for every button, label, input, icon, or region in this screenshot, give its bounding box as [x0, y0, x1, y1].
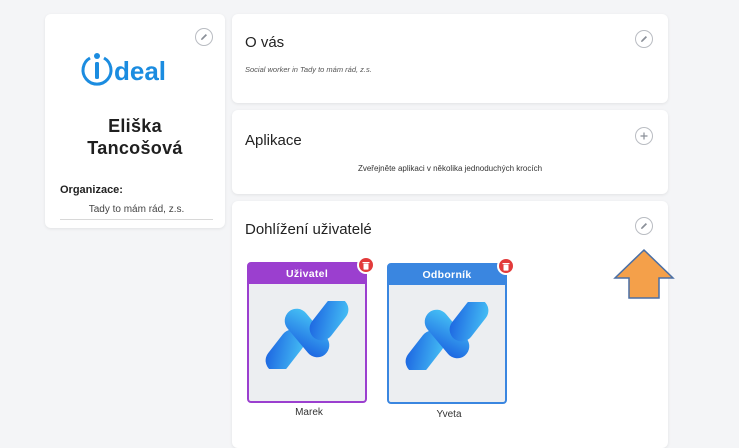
svg-text:deal: deal: [114, 56, 166, 86]
edit-supervised-button[interactable]: [635, 217, 653, 235]
tile-role-label: Odborník: [389, 265, 505, 285]
organization-value: Tady to mám rád, z.s.: [60, 204, 213, 220]
edit-about-button[interactable]: [635, 30, 653, 48]
last-name: Tancošová: [87, 138, 183, 158]
delete-user-button[interactable]: [497, 257, 515, 275]
add-app-button[interactable]: [635, 127, 653, 145]
first-name: Eliška: [108, 116, 162, 136]
about-text: Social worker in Tady to mám rád, z.s.: [245, 65, 372, 74]
delete-user-button[interactable]: [357, 256, 375, 274]
app-logo-icon: [265, 301, 349, 369]
edit-icon: [641, 223, 647, 229]
user-name: Marek: [295, 407, 323, 418]
trash-icon: [362, 261, 370, 270]
plus-icon: [640, 132, 648, 140]
ideal-logo: deal: [81, 53, 166, 86]
arrow-up-icon: [613, 248, 675, 299]
about-card: O vás Social worker in Tady to mám rád, …: [232, 14, 668, 103]
user-tile-yveta[interactable]: Odborník: [387, 257, 515, 404]
user-tile-marek[interactable]: Uživatel: [247, 256, 375, 403]
organization-label: Organizace:: [60, 184, 123, 196]
trash-icon: [502, 262, 510, 271]
edit-profile-button[interactable]: [195, 28, 213, 46]
tile-role-label: Uživatel: [249, 264, 365, 284]
edit-icon: [201, 34, 207, 40]
apps-description: Zveřejněte aplikaci v několika jednoduch…: [357, 164, 543, 173]
edit-icon: [641, 36, 647, 42]
about-title: O vás: [245, 34, 285, 51]
apps-card: Aplikace Zveřejněte aplikaci v několika …: [232, 110, 668, 194]
app-logo-icon: [405, 302, 489, 370]
supervised-title: Dohlížení uživatelé: [245, 221, 372, 238]
profile-name: Eliška Tancošová: [45, 115, 225, 159]
apps-title: Aplikace: [245, 132, 302, 149]
profile-card: deal Eliška Tancošová Organizace: Tady t…: [45, 14, 225, 228]
user-name: Yveta: [436, 409, 462, 420]
